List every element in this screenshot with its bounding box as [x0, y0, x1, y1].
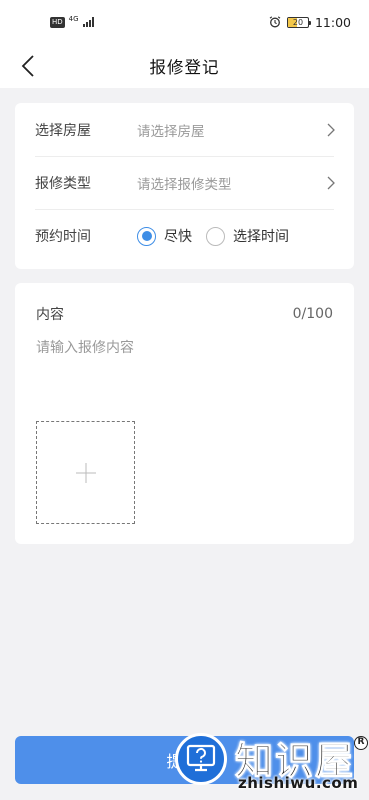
house-select[interactable]: 请选择房屋	[137, 120, 334, 140]
repair-type-label: 报修类型	[35, 176, 91, 192]
signal-icon	[82, 17, 94, 27]
radio-checked-icon	[137, 226, 156, 246]
submit-button[interactable]: 提交	[15, 736, 354, 784]
chevron-left-icon	[21, 55, 34, 77]
repair-type-select[interactable]: 请选择报修类型	[137, 173, 334, 193]
radio-choose-time[interactable]: 选择时间	[206, 226, 289, 246]
plus-icon	[75, 462, 96, 483]
page-title: 报修登记	[149, 58, 220, 77]
radio-asap-label: 尽快	[164, 229, 192, 245]
battery-level: 20	[292, 17, 304, 27]
repair-type-row[interactable]: 报修类型 请选择报修类型	[35, 156, 335, 209]
appointment-time-row: 预约时间 尽快 选择时间	[35, 209, 334, 262]
status-bar: HD 4G 20 11:00	[0, 0, 369, 44]
content-label: 内容	[36, 307, 64, 323]
content-header: 内容 0/100	[36, 283, 333, 345]
chevron-right-icon	[324, 123, 338, 137]
radio-choose-time-label: 选择时间	[233, 229, 289, 245]
form-card: 选择房屋 请选择房屋 报修类型 请选择报修类型 预约时间 尽快 选择时间	[15, 103, 354, 269]
battery-icon: 20	[286, 16, 311, 28]
house-label: 选择房屋	[35, 122, 91, 139]
char-counter: 0/100	[292, 306, 333, 322]
content-card: 内容 0/100	[15, 283, 354, 544]
radio-unchecked-icon	[206, 226, 225, 246]
chevron-right-icon	[324, 176, 338, 190]
image-upload-button[interactable]	[36, 421, 135, 524]
back-button[interactable]	[14, 52, 42, 80]
radio-asap[interactable]: 尽快	[137, 226, 192, 246]
clock: 11:00	[314, 14, 351, 30]
house-row[interactable]: 选择房屋 请选择房屋	[35, 103, 335, 156]
status-right: 20 11:00	[269, 15, 351, 30]
registered-icon: R	[354, 736, 368, 750]
appointment-time-options: 尽快 选择时间	[137, 226, 289, 246]
network-type: 4G	[68, 14, 79, 23]
alarm-icon	[269, 16, 281, 28]
hd-badge: HD	[50, 16, 65, 28]
nav-header: 报修登记	[0, 44, 369, 88]
appointment-time-label: 预约时间	[35, 229, 91, 245]
status-left: HD 4G	[50, 14, 94, 28]
content-textarea[interactable]	[36, 337, 332, 397]
